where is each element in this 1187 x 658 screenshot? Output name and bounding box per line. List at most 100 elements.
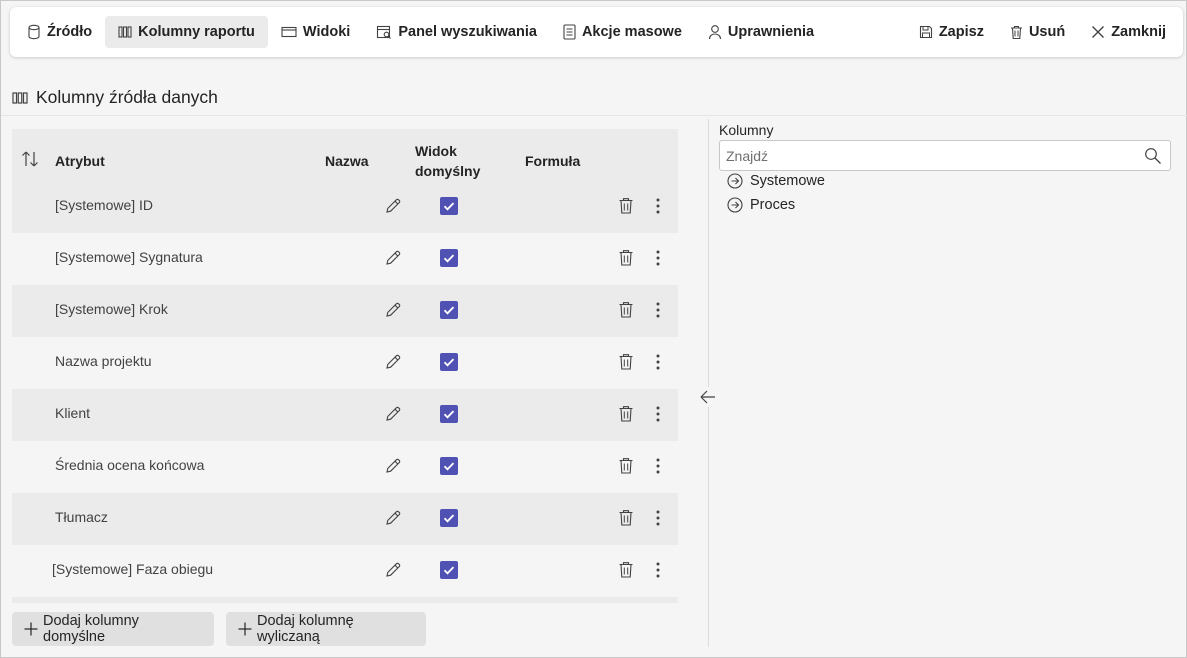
default-view-checkbox[interactable] <box>440 509 458 527</box>
edit-icon[interactable] <box>384 353 402 371</box>
default-view-checkbox[interactable] <box>440 249 458 267</box>
header-attribute[interactable]: Atrybut <box>55 151 105 171</box>
more-options-icon[interactable] <box>656 457 660 475</box>
more-options-icon[interactable] <box>656 561 660 579</box>
tab-views[interactable]: Widoki <box>268 16 363 48</box>
plus-icon <box>238 622 252 636</box>
search-icon[interactable] <box>1144 147 1162 165</box>
trash-icon[interactable] <box>618 301 634 319</box>
section-title-text: Kolumny źródła danych <box>36 87 218 107</box>
columns-table: Atrybut Nazwa Widok domyślny Formuła [Sy… <box>12 129 678 603</box>
plus-icon <box>24 622 38 636</box>
trash-icon[interactable] <box>618 197 634 215</box>
person-icon <box>708 24 722 40</box>
arrow-circle-right-icon <box>727 197 743 213</box>
default-view-checkbox[interactable] <box>440 301 458 319</box>
table-row[interactable]: Klient <box>12 389 678 441</box>
tab-bulk-actions[interactable]: Akcje masowe <box>550 16 695 48</box>
delete-icon <box>1010 25 1023 40</box>
trash-icon[interactable] <box>618 353 634 371</box>
save-icon <box>919 25 933 39</box>
default-view-checkbox[interactable] <box>440 353 458 371</box>
edit-icon[interactable] <box>384 301 402 319</box>
table-row[interactable]: [Systemowe] ID <box>12 181 678 233</box>
table-row[interactable]: [Systemowe] Krok <box>12 285 678 337</box>
tree-item-label: Proces <box>750 197 796 213</box>
header-name[interactable]: Nazwa <box>325 151 369 171</box>
search-field <box>719 140 1171 171</box>
edit-icon[interactable] <box>384 405 402 423</box>
tab-search-panel-label: Panel wyszukiwania <box>398 24 537 40</box>
edit-icon[interactable] <box>384 457 402 475</box>
list-document-icon <box>563 24 576 40</box>
table-row[interactable]: [Systemowe] Sygnatura <box>12 233 678 285</box>
cell-attribute: [Systemowe] Faza obiegu <box>52 561 214 577</box>
sort-icon[interactable] <box>21 150 39 168</box>
columns-icon <box>12 91 28 105</box>
default-view-checkbox[interactable] <box>440 561 458 579</box>
tree-item-proces[interactable]: Proces <box>727 197 795 213</box>
cell-attribute: Nazwa projektu <box>55 353 152 369</box>
save-button[interactable]: Zapisz <box>906 16 997 48</box>
default-view-checkbox[interactable] <box>440 457 458 475</box>
more-options-icon[interactable] <box>656 197 660 215</box>
more-options-icon[interactable] <box>656 405 660 423</box>
header-default-view-line1[interactable]: Widok <box>415 141 457 161</box>
database-icon <box>27 24 41 40</box>
cell-attribute: [Systemowe] Krok <box>55 301 168 317</box>
table-row[interactable]: Tłumacz <box>12 493 678 545</box>
more-options-icon[interactable] <box>656 509 660 527</box>
tab-views-label: Widoki <box>302 24 351 40</box>
section-title: Kolumny źródła danych <box>12 87 218 108</box>
more-options-icon[interactable] <box>656 301 660 319</box>
delete-button-label: Usuń <box>1028 24 1066 40</box>
more-options-icon[interactable] <box>656 353 660 371</box>
cell-attribute: Tłumacz <box>55 509 108 525</box>
edit-icon[interactable] <box>384 509 402 527</box>
cell-attribute: Średnia ocena końcowa <box>55 457 205 473</box>
section-divider <box>1 115 1187 116</box>
tab-permissions[interactable]: Uprawnienia <box>695 16 827 48</box>
tab-bulk-actions-label: Akcje masowe <box>581 24 682 40</box>
trash-icon[interactable] <box>618 249 634 267</box>
table-header: Atrybut Nazwa Widok domyślny Formuła <box>12 129 678 181</box>
save-button-label: Zapisz <box>938 24 984 40</box>
edit-icon[interactable] <box>384 197 402 215</box>
default-view-checkbox[interactable] <box>440 405 458 423</box>
header-formula[interactable]: Formuła <box>525 151 580 171</box>
close-icon <box>1091 25 1105 39</box>
more-options-icon[interactable] <box>656 249 660 267</box>
edit-icon[interactable] <box>384 561 402 579</box>
table-row[interactable]: Średnia ocena końcowa <box>12 441 678 493</box>
columns-panel-label: Kolumny <box>719 122 774 138</box>
default-view-checkbox[interactable] <box>440 197 458 215</box>
delete-button[interactable]: Usuń <box>997 16 1078 48</box>
trash-icon[interactable] <box>618 561 634 579</box>
header-default-view-line2[interactable]: domyślny <box>415 161 480 181</box>
trash-icon[interactable] <box>618 457 634 475</box>
tab-report-columns[interactable]: Kolumny raportu <box>105 16 268 48</box>
search-input[interactable] <box>726 141 1136 170</box>
cell-attribute: [Systemowe] ID <box>55 197 154 213</box>
tab-source[interactable]: Źródło <box>14 16 105 48</box>
table-row[interactable]: [Systemowe] Faza obiegu <box>12 545 678 597</box>
table-row[interactable]: Nazwa projektu <box>12 337 678 389</box>
tab-permissions-label: Uprawnienia <box>727 24 815 40</box>
close-button-label: Zamknij <box>1111 24 1166 40</box>
add-default-columns-button[interactable]: Dodaj kolumny domyślne <box>12 612 214 646</box>
table-body: [Systemowe] ID [Systemowe] Sygnatura [Syst… <box>12 181 678 597</box>
tree-item-systemowe[interactable]: Systemowe <box>727 173 825 189</box>
columns-icon <box>118 25 132 39</box>
edit-icon[interactable] <box>384 249 402 267</box>
tab-source-label: Źródło <box>47 24 93 40</box>
arrow-left-icon[interactable] <box>698 387 718 407</box>
cell-attribute: [Systemowe] Sygnatura <box>55 249 203 265</box>
close-button[interactable]: Zamknij <box>1078 16 1179 48</box>
trash-icon[interactable] <box>618 509 634 527</box>
add-calculated-column-button[interactable]: Dodaj kolumnę wyliczaną <box>226 612 426 646</box>
arrow-circle-right-icon <box>727 173 743 189</box>
tab-search-panel[interactable]: Panel wyszukiwania <box>363 16 550 48</box>
trash-icon[interactable] <box>618 405 634 423</box>
add-default-columns-label: Dodaj kolumny domyślne <box>43 613 139 645</box>
cell-attribute: Klient <box>55 405 91 421</box>
